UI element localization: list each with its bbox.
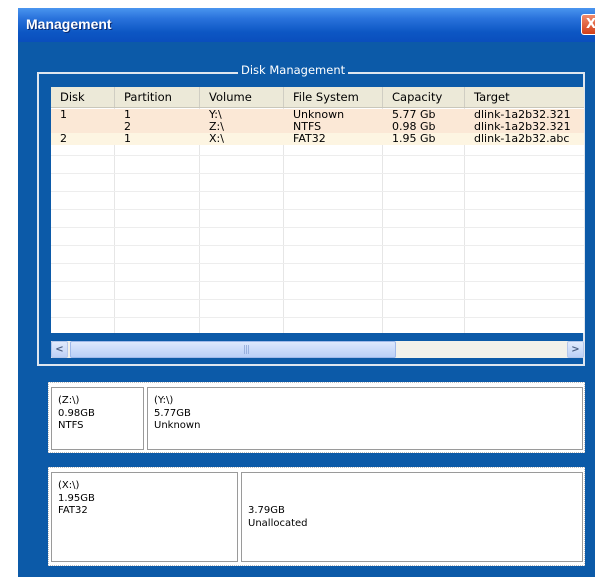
close-button[interactable]: X: [581, 14, 595, 35]
cell-target: dlink-1a2b32.abc: [474, 132, 570, 145]
close-icon: X: [585, 17, 595, 32]
partition-file-system: NTFS: [58, 420, 84, 431]
partition-block-y[interactable]: (Y:\) 5.77GB Unknown: [147, 387, 583, 450]
partition-file-system: Unknown: [154, 420, 201, 431]
grid-line: [51, 317, 584, 318]
column-header-partition[interactable]: Partition: [115, 87, 200, 107]
cell-disk: 2: [60, 132, 67, 145]
grid-line: [51, 299, 584, 300]
partition-size: 1.95GB: [58, 492, 95, 504]
cell-file-system: FAT32: [293, 132, 326, 145]
cell-volume: X:\: [209, 132, 224, 145]
disk1-partition-map: (Z:\) 0.98GB NTFS (Y:\) 5.77GB Unknown: [48, 382, 585, 453]
horizontal-scrollbar[interactable]: < ||| >: [51, 341, 584, 358]
scrollbar-thumb[interactable]: |||: [70, 341, 396, 358]
chevron-right-icon: >: [571, 344, 580, 355]
partition-file-system: Unallocated: [248, 517, 308, 529]
management-window: Management X Disk Management Disk Partit…: [18, 8, 595, 577]
column-header-target[interactable]: Target: [465, 87, 584, 107]
grid-line: [51, 245, 584, 246]
disk2-partition-map: (X:\) 1.95GB FAT32 3.79GB Unallocated: [48, 467, 585, 566]
title-bar[interactable]: Management: [18, 8, 595, 42]
partition-block-z[interactable]: (Z:\) 0.98GB NTFS: [51, 387, 144, 450]
column-header-file-system[interactable]: File System: [284, 87, 383, 107]
partition-size: 0.98GB: [58, 407, 95, 419]
partition-size: 5.77GB: [154, 407, 191, 419]
grid-line: [51, 191, 584, 192]
grid-line: [51, 155, 584, 156]
partition-volume: (X:\): [58, 480, 80, 491]
column-header-disk[interactable]: Disk: [51, 87, 115, 107]
window-client-area: Disk Management Disk Partition Volume Fi…: [18, 42, 595, 577]
scroll-right-button[interactable]: >: [567, 341, 584, 358]
grid-line: [51, 227, 584, 228]
cell-capacity: 1.95 Gb: [392, 132, 436, 145]
partition-file-system: FAT32: [58, 505, 88, 516]
partition-block-unallocated[interactable]: 3.79GB Unallocated: [241, 472, 583, 562]
grid-line: [51, 173, 584, 174]
chevron-left-icon: <: [55, 344, 64, 355]
grid-line: [51, 281, 584, 282]
list-rows: 1 1 Y:\ Unknown 5.77 Gb dlink-1a2b32.321…: [51, 108, 584, 333]
partition-size: 3.79GB: [248, 505, 285, 516]
partition-block-x[interactable]: (X:\) 1.95GB FAT32: [51, 472, 238, 562]
disk-management-legend: Disk Management: [238, 63, 349, 77]
table-row[interactable]: 2 1 X:\ FAT32 1.95 Gb dlink-1a2b32.abc: [51, 133, 584, 145]
grip-icon: |||: [243, 345, 250, 355]
grid-line: [51, 263, 584, 264]
partition-volume: (Z:\): [58, 395, 80, 406]
column-header-volume[interactable]: Volume: [200, 87, 284, 107]
list-header: Disk Partition Volume File System Capaci…: [51, 87, 584, 108]
scroll-left-button[interactable]: <: [51, 341, 68, 358]
disk-list-view[interactable]: Disk Partition Volume File System Capaci…: [51, 87, 584, 333]
cell-disk: 1: [60, 108, 67, 121]
column-header-capacity[interactable]: Capacity: [383, 87, 465, 107]
cell-partition: 1: [124, 132, 131, 145]
grid-line: [51, 209, 584, 210]
partition-volume: (Y:\): [154, 395, 174, 406]
window-title: Management: [26, 16, 112, 32]
